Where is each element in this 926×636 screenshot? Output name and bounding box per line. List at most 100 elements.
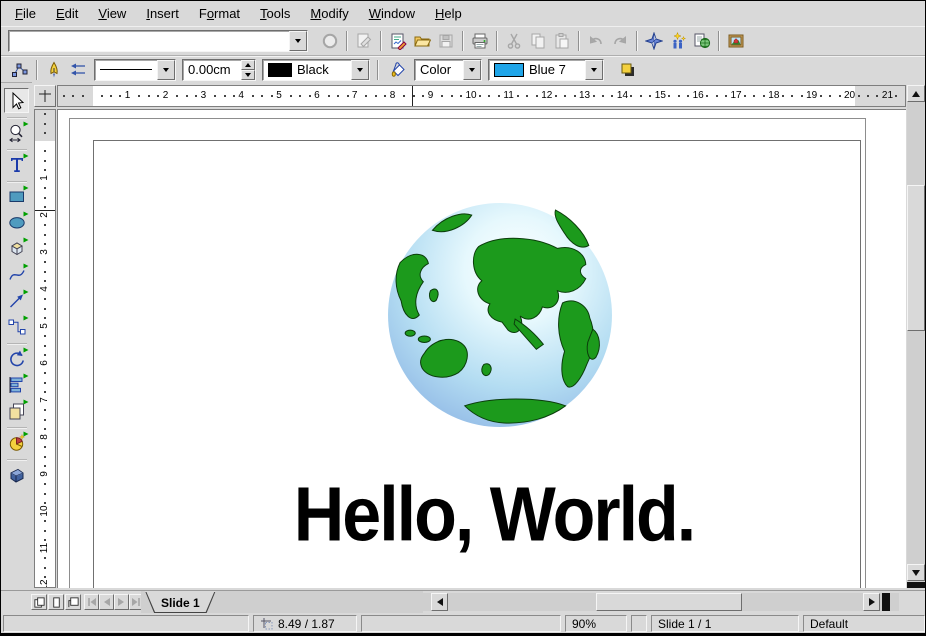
vertical-split-handle[interactable] bbox=[907, 582, 925, 588]
line-color-dropdown-button[interactable] bbox=[351, 60, 369, 80]
effects-3d-icon bbox=[7, 465, 27, 485]
edit-points-button[interactable] bbox=[8, 58, 32, 82]
menu-edit[interactable]: Edit bbox=[46, 3, 88, 24]
menu-insert[interactable]: Insert bbox=[136, 3, 189, 24]
globe-image[interactable] bbox=[386, 200, 614, 428]
line-width-spinner[interactable] bbox=[241, 60, 255, 80]
scroll-right-button[interactable] bbox=[863, 593, 880, 611]
line-width-field[interactable]: 0.00cm bbox=[182, 59, 256, 81]
fill-type-value[interactable]: Color bbox=[415, 60, 463, 80]
horizontal-scrollbar[interactable] bbox=[423, 593, 899, 611]
ruler-origin-button[interactable] bbox=[34, 85, 56, 107]
insert-tool[interactable] bbox=[4, 430, 29, 455]
navigator-icon bbox=[645, 32, 663, 50]
slide-view-button[interactable] bbox=[31, 594, 47, 610]
url-value[interactable] bbox=[9, 31, 289, 51]
hruler-number: 2 bbox=[163, 86, 169, 106]
lines-arrows-tool[interactable] bbox=[4, 288, 29, 313]
menu-view[interactable]: View bbox=[88, 3, 136, 24]
scroll-down-button[interactable] bbox=[907, 564, 925, 581]
menu-file[interactable]: File bbox=[5, 3, 46, 24]
rectangle-tool[interactable] bbox=[4, 184, 29, 209]
zoom-tool[interactable] bbox=[4, 120, 29, 145]
separator bbox=[718, 31, 720, 51]
vertical-scroll-thumb[interactable] bbox=[907, 185, 925, 331]
scroll-left-button[interactable] bbox=[431, 593, 448, 611]
vertical-scrollbar[interactable] bbox=[907, 85, 925, 588]
page-icon bbox=[50, 596, 63, 609]
connector-tool[interactable] bbox=[4, 314, 29, 339]
menu-format[interactable]: Format bbox=[189, 3, 250, 24]
url-combobox[interactable] bbox=[8, 30, 308, 52]
scroll-up-button[interactable] bbox=[907, 85, 925, 102]
edit-file-icon bbox=[355, 32, 373, 50]
tab-slide-1[interactable]: Slide 1 bbox=[145, 591, 216, 613]
line-style-dropdown-button[interactable] bbox=[157, 60, 175, 80]
hyperlink-button[interactable] bbox=[690, 29, 714, 53]
hruler-number: 1 bbox=[125, 86, 131, 106]
status-zoom-field[interactable]: 90% bbox=[565, 615, 627, 632]
chevron-down-icon bbox=[469, 68, 475, 72]
status-position-field[interactable]: 8.49 / 1.87 bbox=[253, 615, 357, 632]
status-slide-field[interactable]: Slide 1 / 1 bbox=[651, 615, 799, 632]
vruler-number: 10 bbox=[35, 501, 55, 521]
flyout-arrow-icon bbox=[23, 153, 29, 159]
print-button[interactable] bbox=[468, 29, 492, 53]
layer-view-button[interactable] bbox=[65, 594, 81, 610]
url-dropdown-button[interactable] bbox=[289, 31, 307, 51]
stop-icon bbox=[321, 32, 339, 50]
flyout-arrow-icon bbox=[23, 263, 29, 269]
fill-color-select[interactable]: Blue 7 bbox=[488, 59, 604, 81]
flyout-arrow-icon bbox=[23, 211, 29, 217]
fill-color-dropdown-button[interactable] bbox=[585, 60, 603, 80]
gallery-button[interactable] bbox=[724, 29, 748, 53]
menu-modify[interactable]: Modify bbox=[300, 3, 358, 24]
fill-type-dropdown-button[interactable] bbox=[463, 60, 481, 80]
vertical-ruler: 123456789101112 bbox=[34, 109, 56, 588]
fill-type-select[interactable]: Color bbox=[414, 59, 482, 81]
fill-style-button[interactable] bbox=[386, 58, 410, 82]
flyout-arrow-icon bbox=[23, 431, 29, 437]
status-style-field[interactable]: Default bbox=[803, 615, 925, 632]
slide-title-text[interactable]: Hello, World. bbox=[284, 470, 704, 559]
alignment-tool[interactable] bbox=[4, 372, 29, 397]
menu-help[interactable]: Help bbox=[425, 3, 472, 24]
line-color-select[interactable]: Black bbox=[262, 59, 370, 81]
flyout-arrow-icon bbox=[23, 315, 29, 321]
drawing-canvas[interactable]: Hello, World. bbox=[57, 109, 906, 588]
select-tool[interactable] bbox=[4, 88, 29, 113]
spin-down-icon bbox=[245, 73, 251, 77]
arrow-ends-icon bbox=[69, 61, 87, 79]
navigator-button[interactable] bbox=[642, 29, 666, 53]
spin-up-button[interactable] bbox=[241, 60, 255, 70]
effects-3d-tool[interactable] bbox=[4, 462, 29, 487]
menu-window[interactable]: Window bbox=[359, 3, 425, 24]
notes-view-button[interactable] bbox=[48, 594, 64, 610]
shadow-button[interactable] bbox=[616, 58, 640, 82]
horizontal-split-handle[interactable] bbox=[882, 593, 890, 611]
autopilot-button[interactable] bbox=[666, 29, 690, 53]
hruler-number: 18 bbox=[768, 86, 779, 106]
line-width-value[interactable]: 0.00cm bbox=[183, 60, 241, 80]
line-style-select[interactable] bbox=[94, 59, 176, 81]
objects-3d-tool[interactable] bbox=[4, 236, 29, 261]
arrange-tool[interactable] bbox=[4, 398, 29, 423]
ellipse-tool[interactable] bbox=[4, 210, 29, 235]
arrow-ends-button[interactable] bbox=[66, 58, 90, 82]
hruler-number: 7 bbox=[352, 86, 358, 106]
cut-icon bbox=[505, 32, 523, 50]
rotate-tool[interactable] bbox=[4, 346, 29, 371]
separator bbox=[578, 31, 580, 51]
flyout-arrow-icon bbox=[23, 237, 29, 243]
menu-tools[interactable]: Tools bbox=[250, 3, 300, 24]
horizontal-scroll-thumb[interactable] bbox=[596, 593, 742, 611]
spin-down-button[interactable] bbox=[241, 70, 255, 80]
globe-shading bbox=[388, 203, 612, 427]
cursor-position: 8.49 / 1.87 bbox=[278, 617, 335, 631]
line-style-button[interactable] bbox=[42, 58, 66, 82]
vruler-number: 6 bbox=[35, 353, 55, 373]
curve-tool[interactable] bbox=[4, 262, 29, 287]
text-tool[interactable] bbox=[4, 152, 29, 177]
open-button[interactable] bbox=[410, 29, 434, 53]
new-doc-button[interactable] bbox=[386, 29, 410, 53]
